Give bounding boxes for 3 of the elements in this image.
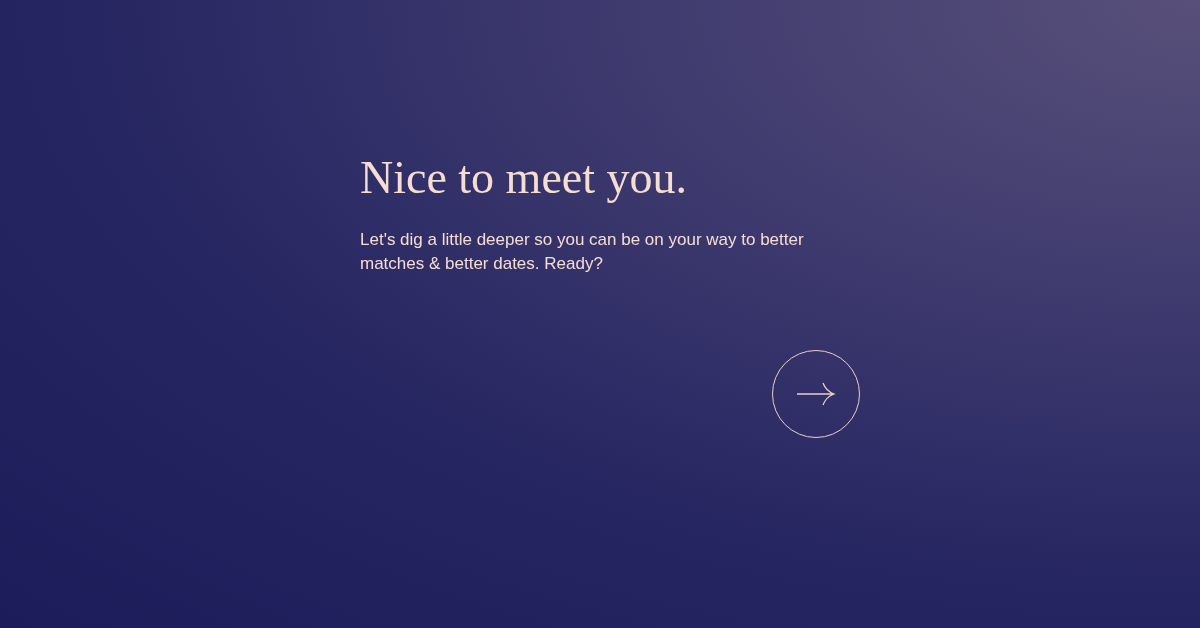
arrow-icon (796, 381, 836, 407)
heading: Nice to meet you. (360, 151, 688, 205)
intro-text: Let's dig a little deeper so you can be on your way to better matches & better dates. Ready? (360, 229, 805, 275)
